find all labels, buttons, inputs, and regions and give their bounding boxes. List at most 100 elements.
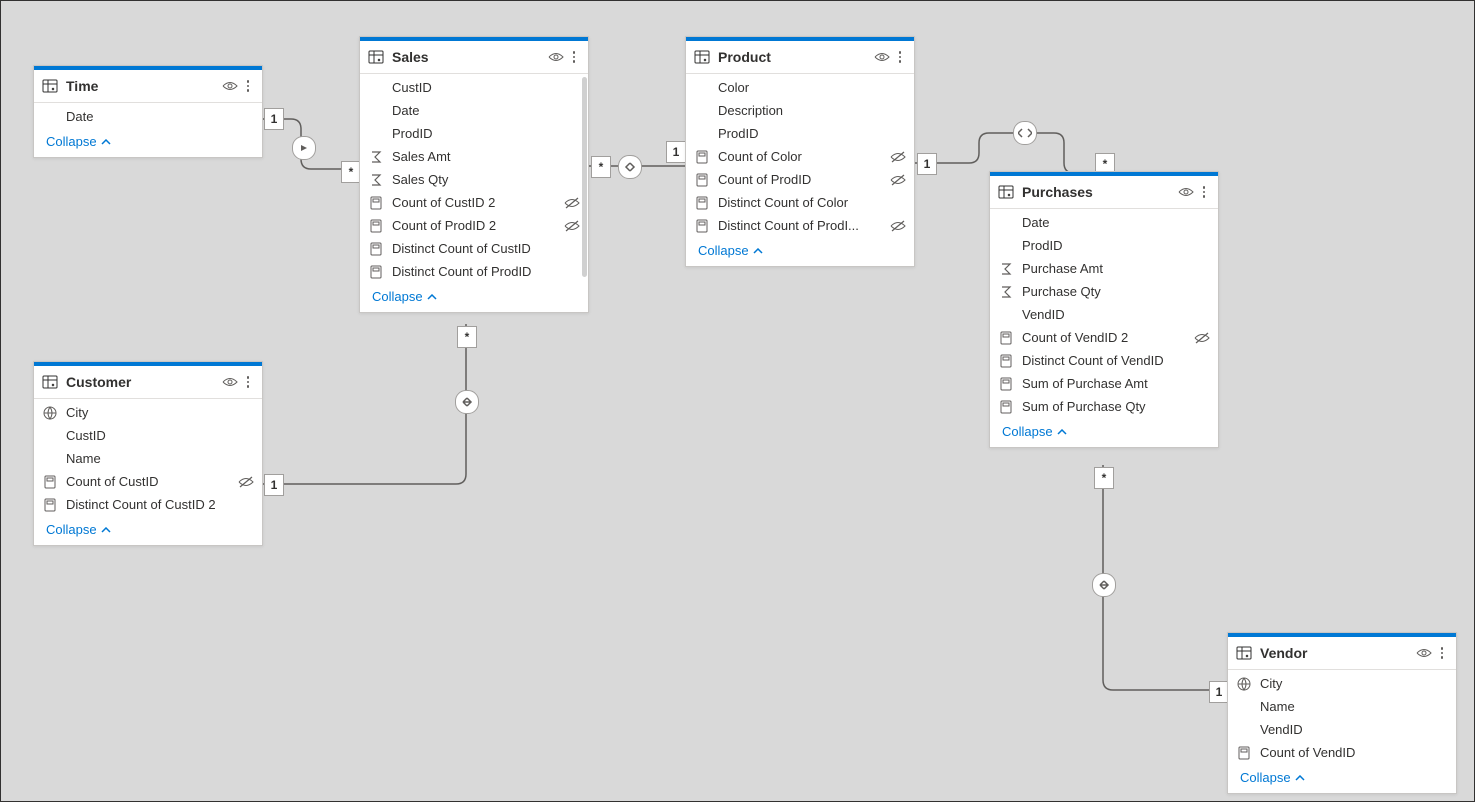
more-options-icon[interactable] [1198,186,1210,198]
table-vendor[interactable]: Vendor City Name VendID Count of VendID … [1227,632,1457,794]
cardinality-one: 1 [666,141,686,163]
hidden-icon[interactable] [564,195,580,211]
field-row[interactable]: Date [360,99,588,122]
cardinality-one: 1 [1209,681,1229,703]
field-row[interactable]: Count of ProdID [686,168,914,191]
field-row[interactable]: Distinct Count of Color [686,191,914,214]
table-title: Purchases [1022,184,1174,200]
field-row[interactable]: Distinct Count of ProdID [360,260,588,283]
measure-icon [998,399,1014,415]
more-options-icon[interactable] [242,80,254,92]
hidden-icon[interactable] [890,218,906,234]
collapse-button[interactable]: Collapse [360,283,588,312]
table-customer[interactable]: Customer City CustID Name Count of CustI… [33,361,263,546]
field-row[interactable]: Description [686,99,914,122]
table-purchases[interactable]: Purchases Date ProdID Purchase Amt Purch… [989,171,1219,448]
more-options-icon[interactable] [894,51,906,63]
more-options-icon[interactable] [568,51,580,63]
measure-icon [368,218,384,234]
field-row[interactable]: Sales Qty [360,168,588,191]
table-time[interactable]: Time Date Collapse [33,65,263,158]
field-row[interactable]: City [1228,672,1456,695]
field-row[interactable]: City [34,401,262,424]
field-row[interactable]: Count of VendID [1228,741,1456,764]
field-row[interactable]: Purchase Qty [990,280,1218,303]
measure-icon [368,264,384,280]
measure-icon [694,218,710,234]
filter-direction-icon [292,136,316,160]
measure-icon [368,195,384,211]
filter-direction-icon [1013,121,1037,145]
table-product[interactable]: Product Color Description ProdID Count o… [685,36,915,267]
collapse-button[interactable]: Collapse [34,128,262,157]
hidden-icon[interactable] [890,149,906,165]
sum-icon [368,149,384,165]
field-row[interactable]: CustID [360,76,588,99]
visibility-icon[interactable] [1416,645,1432,661]
field-row[interactable]: CustID [34,424,262,447]
field-row[interactable]: Count of ProdID 2 [360,214,588,237]
field-row[interactable]: Sum of Purchase Amt [990,372,1218,395]
hidden-icon[interactable] [238,474,254,490]
field-row[interactable]: Color [686,76,914,99]
hidden-icon[interactable] [890,172,906,188]
cardinality-one: 1 [264,474,284,496]
scrollbar[interactable] [582,77,587,277]
visibility-icon[interactable] [222,78,238,94]
more-options-icon[interactable] [1436,647,1448,659]
field-row[interactable]: ProdID [990,234,1218,257]
measure-icon [998,330,1014,346]
collapse-button[interactable]: Collapse [34,516,262,545]
cardinality-one: 1 [917,153,937,175]
field-row[interactable]: Count of Color [686,145,914,168]
field-row[interactable]: Date [34,105,262,128]
measure-icon [42,497,58,513]
field-row[interactable]: Name [34,447,262,470]
visibility-icon[interactable] [222,374,238,390]
measure-icon [694,195,710,211]
measure-icon [368,241,384,257]
collapse-button[interactable]: Collapse [686,237,914,266]
field-row[interactable]: VendID [990,303,1218,326]
field-row[interactable]: Distinct Count of ProdI... [686,214,914,237]
sum-icon [368,172,384,188]
field-row[interactable]: Distinct Count of CustID [360,237,588,260]
sum-icon [998,284,1014,300]
field-row[interactable]: Sales Amt [360,145,588,168]
visibility-icon[interactable] [1178,184,1194,200]
field-row[interactable]: ProdID [686,122,914,145]
table-icon [694,49,710,65]
field-row[interactable]: Count of VendID 2 [990,326,1218,349]
cardinality-many: * [341,161,361,183]
table-title: Customer [66,374,218,390]
table-icon [42,78,58,94]
field-row[interactable]: Distinct Count of CustID 2 [34,493,262,516]
table-sales[interactable]: Sales CustID Date ProdID Sales Amt Sales… [359,36,589,313]
table-title: Product [718,49,870,65]
field-row[interactable]: Sum of Purchase Qty [990,395,1218,418]
field-row[interactable]: VendID [1228,718,1456,741]
globe-icon [1236,676,1252,692]
table-title: Time [66,78,218,94]
field-row[interactable]: Purchase Amt [990,257,1218,280]
collapse-button[interactable]: Collapse [1228,764,1456,793]
measure-icon [42,474,58,490]
more-options-icon[interactable] [242,376,254,388]
filter-direction-icon [1092,573,1116,597]
field-row[interactable]: Count of CustID 2 [360,191,588,214]
field-row[interactable]: Count of CustID [34,470,262,493]
field-list: City CustID Name Count of CustID Distinc… [34,399,262,516]
field-row[interactable]: Distinct Count of VendID [990,349,1218,372]
table-icon [368,49,384,65]
measure-icon [1236,745,1252,761]
field-row[interactable]: ProdID [360,122,588,145]
collapse-button[interactable]: Collapse [990,418,1218,447]
hidden-icon[interactable] [1194,330,1210,346]
field-row[interactable]: Name [1228,695,1456,718]
field-list: City Name VendID Count of VendID [1228,670,1456,764]
field-row[interactable]: Date [990,211,1218,234]
visibility-icon[interactable] [548,49,564,65]
hidden-icon[interactable] [564,218,580,234]
model-canvas[interactable]: 1 * * 1 1 * 1 * * 1 Time [0,0,1475,802]
visibility-icon[interactable] [874,49,890,65]
